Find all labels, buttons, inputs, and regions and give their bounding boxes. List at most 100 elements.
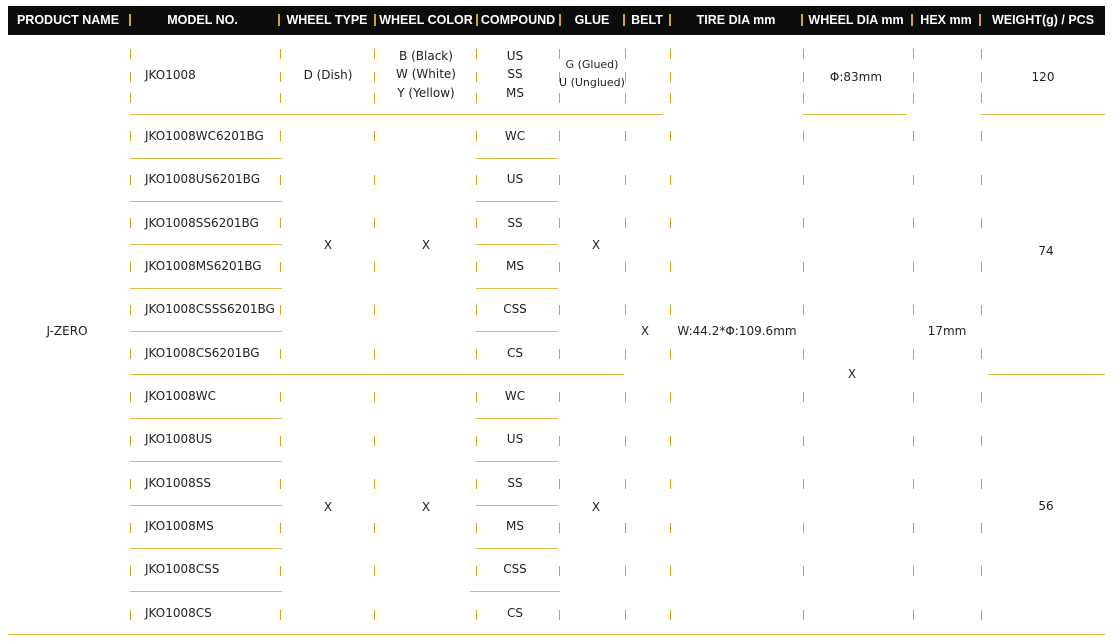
column-separator xyxy=(559,349,560,359)
column-separator xyxy=(803,72,804,82)
column-separator xyxy=(374,175,375,185)
column-separator xyxy=(476,175,477,185)
column-separator xyxy=(280,305,281,315)
compound-cell: SS xyxy=(507,216,523,230)
column-separator xyxy=(130,72,131,82)
column-separator xyxy=(803,218,804,228)
product-name-cell: J-ZERO xyxy=(46,324,88,338)
belt-cell: X xyxy=(640,324,650,338)
header-separator xyxy=(801,14,803,26)
column-separator xyxy=(374,523,375,533)
column-separator xyxy=(374,49,375,59)
header-product-name: PRODUCT NAME xyxy=(16,13,120,27)
compound-cell: CSS xyxy=(503,302,527,316)
row-divider xyxy=(981,114,1105,115)
column-separator xyxy=(913,49,914,59)
row-divider xyxy=(476,158,558,159)
header-weight: WEIGHT(g) / PCS xyxy=(991,13,1095,27)
header-tire-dia: TIRE DIA mm xyxy=(696,13,776,27)
column-separator xyxy=(559,523,560,533)
column-separator xyxy=(913,305,914,315)
column-separator xyxy=(559,392,560,402)
column-separator xyxy=(913,566,914,576)
row-divider xyxy=(130,461,282,462)
column-separator xyxy=(130,566,131,576)
column-separator xyxy=(803,610,804,620)
column-separator xyxy=(374,436,375,446)
compound-option: SS xyxy=(507,67,523,81)
column-separator xyxy=(625,218,626,228)
column-separator xyxy=(130,349,131,359)
column-separator xyxy=(981,175,982,185)
column-separator xyxy=(130,610,131,620)
column-separator xyxy=(670,523,671,533)
column-separator xyxy=(280,93,281,103)
column-separator xyxy=(803,262,804,272)
compound-cell: MS xyxy=(506,259,524,273)
model-cell: JKO1008WC xyxy=(145,389,216,403)
column-separator xyxy=(913,436,914,446)
model-cell: JKO1008US6201BG xyxy=(145,172,260,186)
column-separator xyxy=(981,479,982,489)
row-divider xyxy=(130,288,282,289)
wheel-color-option: B (Black) xyxy=(399,49,453,63)
column-separator xyxy=(625,436,626,446)
weight-cell-top: 120 xyxy=(1031,70,1055,84)
column-separator xyxy=(981,131,982,141)
column-separator xyxy=(803,349,804,359)
column-separator xyxy=(981,218,982,228)
column-separator xyxy=(130,392,131,402)
glue-cell: X xyxy=(591,500,601,514)
model-cell: JKO1008MS6201BG xyxy=(145,259,262,273)
column-separator xyxy=(559,436,560,446)
column-separator xyxy=(280,131,281,141)
column-separator xyxy=(670,131,671,141)
column-separator xyxy=(913,131,914,141)
column-separator xyxy=(476,392,477,402)
header-separator xyxy=(623,14,625,26)
wheel-dia-cell-top: Φ:83mm xyxy=(829,70,883,84)
column-separator xyxy=(280,175,281,185)
column-separator xyxy=(280,436,281,446)
column-separator xyxy=(625,479,626,489)
column-separator xyxy=(559,49,560,59)
column-separator xyxy=(670,436,671,446)
column-separator xyxy=(559,218,560,228)
column-separator xyxy=(130,479,131,489)
column-separator xyxy=(670,49,671,59)
column-separator xyxy=(374,349,375,359)
column-separator xyxy=(130,93,131,103)
column-separator xyxy=(981,93,982,103)
column-separator xyxy=(913,93,914,103)
weight-cell: 56 xyxy=(1038,499,1054,513)
column-separator xyxy=(625,72,626,82)
header-separator xyxy=(911,14,913,26)
column-separator xyxy=(559,610,560,620)
column-separator xyxy=(981,436,982,446)
column-separator xyxy=(476,566,477,576)
column-separator xyxy=(130,218,131,228)
column-separator xyxy=(913,479,914,489)
column-separator xyxy=(476,610,477,620)
column-separator xyxy=(670,93,671,103)
row-divider xyxy=(130,505,282,506)
row-divider xyxy=(130,114,663,115)
column-separator xyxy=(374,72,375,82)
column-separator xyxy=(476,349,477,359)
column-separator xyxy=(559,72,560,82)
column-separator xyxy=(670,218,671,228)
compound-cell: CS xyxy=(507,346,523,360)
wheel-type-cell-top: D (Dish) xyxy=(303,68,353,82)
column-separator xyxy=(476,72,477,82)
column-separator xyxy=(981,610,982,620)
column-separator xyxy=(374,131,375,141)
row-divider xyxy=(130,418,282,419)
column-separator xyxy=(625,175,626,185)
column-separator xyxy=(625,93,626,103)
column-separator xyxy=(625,49,626,59)
column-separator xyxy=(670,566,671,576)
column-separator xyxy=(559,175,560,185)
column-separator xyxy=(803,566,804,576)
column-separator xyxy=(670,175,671,185)
column-separator xyxy=(913,72,914,82)
